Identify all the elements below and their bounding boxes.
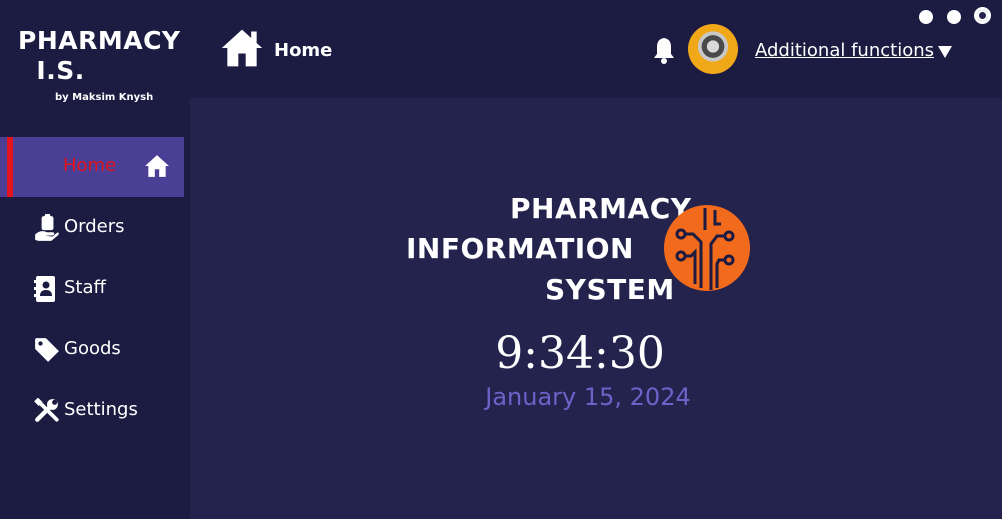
maximize-button[interactable] — [947, 10, 961, 24]
clock-date: January 15, 2024 — [485, 383, 691, 411]
contact-book-icon — [34, 276, 55, 302]
logo-line-2: INFORMATION — [406, 232, 634, 265]
minimize-button[interactable] — [919, 10, 933, 24]
top-header: Home Additional functions — [190, 0, 1002, 98]
avatar[interactable] — [688, 24, 738, 74]
sidebar-item-staff[interactable]: Staff — [0, 259, 184, 319]
active-indicator — [7, 137, 13, 197]
app-author: by Maksim Knysh — [55, 92, 154, 103]
app-title: PHARMACY I.S. — [18, 26, 181, 85]
sidebar: PHARMACY I.S. by Maksim Knysh Home Order… — [0, 0, 190, 519]
bell-icon[interactable] — [652, 36, 676, 64]
sidebar-item-orders[interactable]: Orders — [0, 198, 184, 258]
sidebar-item-home[interactable]: Home — [0, 137, 184, 197]
sidebar-item-label: Orders — [64, 216, 125, 237]
logo-line-3: SYSTEM — [545, 273, 675, 306]
additional-functions-menu[interactable]: Additional functions — [755, 40, 934, 61]
home-icon — [145, 155, 169, 177]
page-title: Home — [274, 40, 333, 61]
sidebar-item-label: Staff — [64, 277, 106, 298]
chevron-down-icon[interactable] — [938, 46, 952, 58]
clock-time: 9:34:30 — [495, 328, 665, 379]
home-icon — [221, 29, 263, 67]
clipboard-hand-icon — [35, 214, 59, 241]
sidebar-item-label: Home — [63, 155, 117, 176]
circuit-logo-icon — [664, 205, 750, 291]
close-button[interactable] — [974, 7, 991, 24]
